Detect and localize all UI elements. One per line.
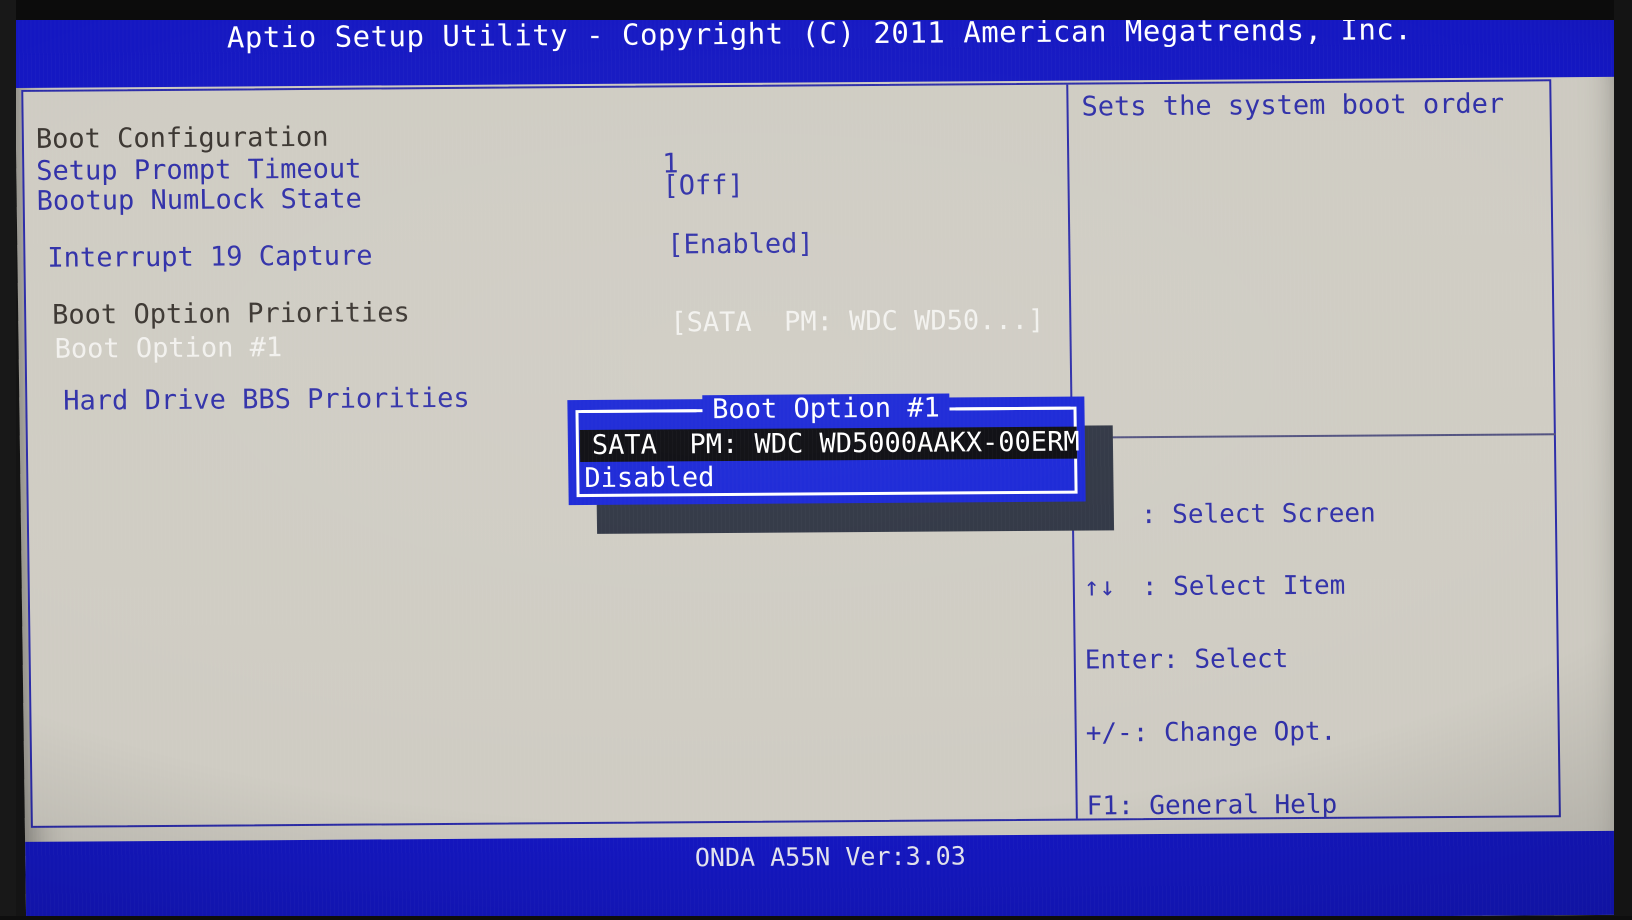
key-action-0: Select Screen <box>1172 498 1376 530</box>
key-legend-row-select-screen: →←: Select Screen <box>1083 498 1563 530</box>
key-sep-0: : <box>1140 499 1173 530</box>
key-name-2: Enter <box>1084 645 1164 676</box>
key-action-3: Change Opt. <box>1163 717 1337 749</box>
link-hard-drive-bbs-priorities[interactable]: Hard Drive BBS Priorities <box>63 383 470 417</box>
setting-label-boot-option-1[interactable]: Boot Option #1 <box>54 332 282 365</box>
monitor-bezel-top <box>0 0 1632 20</box>
key-action-1: Select Item <box>1172 571 1346 603</box>
key-legend-row-select-item: ↑↓: Select Item <box>1083 571 1564 604</box>
monitor-bezel-left <box>0 0 16 920</box>
monitor-bezel-right <box>1614 0 1632 920</box>
key-legend-row-change-opt: +/-: Change Opt. <box>1085 717 1566 749</box>
key-action-2: Select <box>1194 644 1289 676</box>
section-header-boot-option-priorities: Boot Option Priorities <box>51 297 411 331</box>
key-name-4: F1 <box>1086 791 1119 822</box>
key-sep-2: : <box>1162 645 1195 676</box>
bios-screen: Aptio Setup Utility - Copyright (C) 2011… <box>14 0 1632 920</box>
key-legend-row-enter: Enter: Select <box>1084 644 1565 676</box>
arrow-up-down-icon: ↑↓ <box>1083 572 1116 604</box>
boot-option-dialog[interactable]: Boot Option #1 SATA PM: WDC WD5000AAKX-0… <box>567 393 1086 506</box>
setting-value-interrupt-19-capture[interactable]: [Enabled] <box>667 228 814 260</box>
setting-value-bootup-numlock-state[interactable]: [Off] <box>662 170 744 202</box>
monitor-photo: Aptio Setup Utility - Copyright (C) 2011… <box>0 0 1632 920</box>
setting-value-boot-option-1[interactable]: [SATA PM: WDC WD50...] <box>670 305 1044 339</box>
dialog-option-disabled[interactable]: Disabled <box>584 462 714 495</box>
section-header-boot-configuration: Boot Configuration <box>35 121 329 155</box>
key-action-4: General Help <box>1149 789 1338 822</box>
help-text: Sets the system boot order <box>1081 88 1505 123</box>
key-sep-4: : <box>1117 791 1150 822</box>
setting-label-bootup-numlock-state[interactable]: Bootup NumLock State <box>36 184 362 217</box>
setting-label-interrupt-19-capture[interactable]: Interrupt 19 Capture <box>47 240 373 273</box>
key-sep-1: : <box>1141 572 1174 603</box>
setting-label-setup-prompt-timeout[interactable]: Setup Prompt Timeout <box>36 154 362 187</box>
monitor-bezel-bottom <box>0 916 1632 920</box>
dialog-option-sata-pm-wdc[interactable]: SATA PM: WDC WD5000AAKX-00ERM <box>579 427 1080 463</box>
key-name-3: +/- <box>1085 718 1133 749</box>
key-sep-3: : <box>1132 718 1165 749</box>
key-legend-row-f1: F1: General Help <box>1086 789 1567 822</box>
